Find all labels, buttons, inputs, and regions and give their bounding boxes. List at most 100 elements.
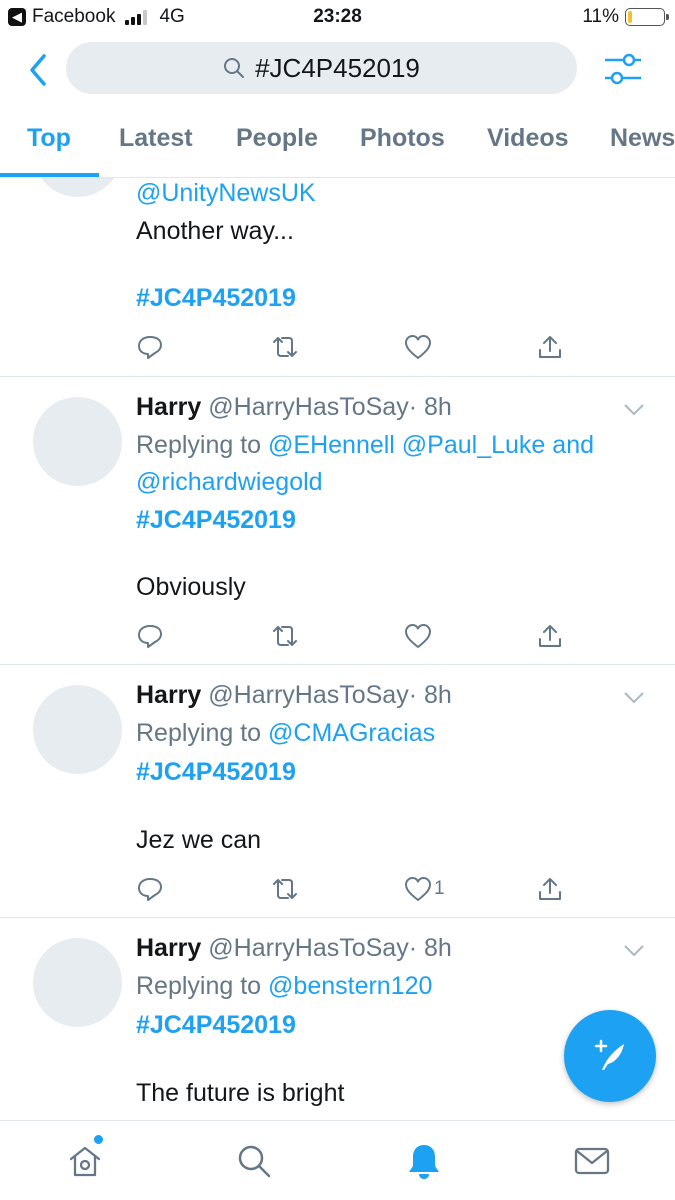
reply-icon: [138, 336, 162, 359]
chevron-down-icon[interactable]: [623, 403, 645, 417]
tab-latest[interactable]: Latest: [119, 124, 193, 153]
tweet[interactable]: Harry @HarryHasToSay· 8h Replying to @be…: [0, 918, 675, 1120]
tweet-hashtag[interactable]: #JC4P452019: [136, 757, 296, 787]
tweet[interactable]: Harry @HarryHasToSay· 8h Replying to @CM…: [0, 665, 675, 918]
home-icon: [69, 1146, 101, 1177]
tweet-text: Jez we can: [136, 826, 262, 854]
compose-tweet-button[interactable]: [564, 1010, 656, 1102]
status-bar: ◀ Facebook 4G 23:28 11%: [0, 0, 675, 34]
tweet-hashtag[interactable]: #JC4P452019: [136, 283, 296, 313]
share-button[interactable]: [536, 619, 564, 653]
reply-and[interactable]: and: [552, 431, 594, 459]
replying-prefix: Replying to: [136, 431, 262, 459]
like-button[interactable]: [404, 330, 432, 364]
tab-news[interactable]: News: [610, 124, 675, 153]
replying-to: Replying to @CMAGracias: [136, 718, 435, 748]
tweet-feed[interactable]: @UnityNewsUK Another way... #JC4P452019 …: [0, 178, 675, 1120]
tab-top[interactable]: Top: [27, 124, 71, 153]
reply-mentions[interactable]: @CMAGracias: [268, 719, 435, 747]
chevron-down-icon[interactable]: [623, 691, 645, 705]
retweet-icon: [273, 337, 297, 357]
author-name[interactable]: Harry: [136, 681, 201, 709]
search-input[interactable]: #JC4P452019: [66, 42, 577, 94]
battery-icon: [625, 8, 669, 26]
tweet-text: Obviously: [136, 573, 246, 601]
reply-mentions[interactable]: @benstern120: [268, 972, 432, 1000]
avatar[interactable]: [33, 685, 122, 774]
status-right: 11%: [582, 6, 669, 28]
tweet-header: Harry @HarryHasToSay· 8h: [136, 933, 452, 963]
reply-mentions[interactable]: @EHennell @Paul_Luke: [268, 431, 545, 459]
status-time: 23:28: [313, 6, 362, 27]
retweet-icon: [273, 879, 297, 899]
tweet-header: Harry @HarryHasToSay· 8h: [136, 392, 452, 422]
reply-icon: [138, 625, 162, 648]
share-icon: [539, 878, 561, 900]
tweet-hashtag[interactable]: #JC4P452019: [136, 505, 296, 535]
reply-mention[interactable]: @richardwiegold: [136, 467, 323, 497]
author-name[interactable]: Harry: [136, 393, 201, 421]
author-name[interactable]: Harry: [136, 934, 201, 962]
replying-to: Replying to @EHennell @Paul_Luke and: [136, 430, 594, 460]
mail-icon: [574, 1147, 610, 1175]
tweet-mention[interactable]: @UnityNewsUK: [136, 178, 316, 208]
tweet[interactable]: Harry @HarryHasToSay· 8h Replying to @EH…: [0, 377, 675, 665]
reply-button[interactable]: [136, 872, 164, 906]
share-button[interactable]: [536, 872, 564, 906]
share-button[interactable]: [536, 330, 564, 364]
heart-icon: [405, 624, 431, 648]
share-icon: [539, 336, 561, 358]
retweet-button[interactable]: [270, 872, 300, 906]
tab-videos[interactable]: Videos: [487, 124, 569, 153]
reply-button[interactable]: [136, 330, 164, 364]
search-tabs: Top Latest People Photos Videos News: [0, 116, 675, 178]
author-handle[interactable]: @HarryHasToSay: [208, 393, 408, 421]
chevron-down-icon[interactable]: [623, 944, 645, 958]
tweet-time: · 8h: [408, 681, 452, 709]
tab-photos[interactable]: Photos: [360, 124, 445, 153]
search-icon: [224, 58, 245, 78]
replying-prefix: Replying to: [136, 972, 262, 1000]
new-content-indicator: [94, 1135, 103, 1144]
tweet-actions: 1: [136, 872, 566, 906]
back-button[interactable]: [24, 52, 54, 88]
active-tab-indicator: [0, 173, 99, 177]
like-count: 1: [434, 878, 445, 899]
tweet-actions: [136, 619, 566, 653]
tweet-hashtag[interactable]: #JC4P452019: [136, 1010, 296, 1040]
search-query[interactable]: #JC4P452019: [255, 53, 420, 84]
retweet-icon: [273, 626, 297, 646]
filter-sliders-icon: [605, 53, 641, 85]
avatar[interactable]: [33, 938, 122, 1027]
bell-icon: [409, 1145, 439, 1179]
heart-icon: [405, 877, 431, 901]
compose-tweet-icon: [594, 1039, 624, 1070]
battery-percent: 11%: [582, 6, 619, 27]
nav-explore[interactable]: [234, 1141, 274, 1181]
retweet-button[interactable]: [270, 619, 300, 653]
like-button[interactable]: 1: [404, 872, 445, 906]
reply-button[interactable]: [136, 619, 164, 653]
search-icon: [238, 1145, 271, 1178]
nav-messages[interactable]: [572, 1141, 612, 1181]
share-icon: [539, 625, 561, 647]
reply-icon: [138, 878, 162, 901]
like-button[interactable]: [404, 619, 432, 653]
author-handle[interactable]: @HarryHasToSay: [208, 934, 408, 962]
tweet-text: Another way...: [136, 217, 294, 245]
tab-people[interactable]: People: [236, 124, 318, 153]
tweet-text: The future is bright: [136, 1079, 345, 1107]
search-filter-button[interactable]: [602, 50, 644, 88]
tweet[interactable]: @UnityNewsUK Another way... #JC4P452019: [0, 178, 675, 377]
avatar[interactable]: [33, 397, 122, 486]
tweet-time: · 8h: [408, 934, 452, 962]
tweet-actions: [136, 330, 566, 364]
avatar[interactable]: [33, 178, 122, 197]
tweet-time: · 8h: [408, 393, 452, 421]
author-handle[interactable]: @HarryHasToSay: [208, 681, 408, 709]
retweet-button[interactable]: [270, 330, 300, 364]
nav-home[interactable]: [65, 1141, 105, 1181]
replying-to: Replying to @benstern120: [136, 971, 432, 1001]
nav-notifications[interactable]: [404, 1141, 444, 1181]
chevron-left-icon: [30, 54, 46, 86]
